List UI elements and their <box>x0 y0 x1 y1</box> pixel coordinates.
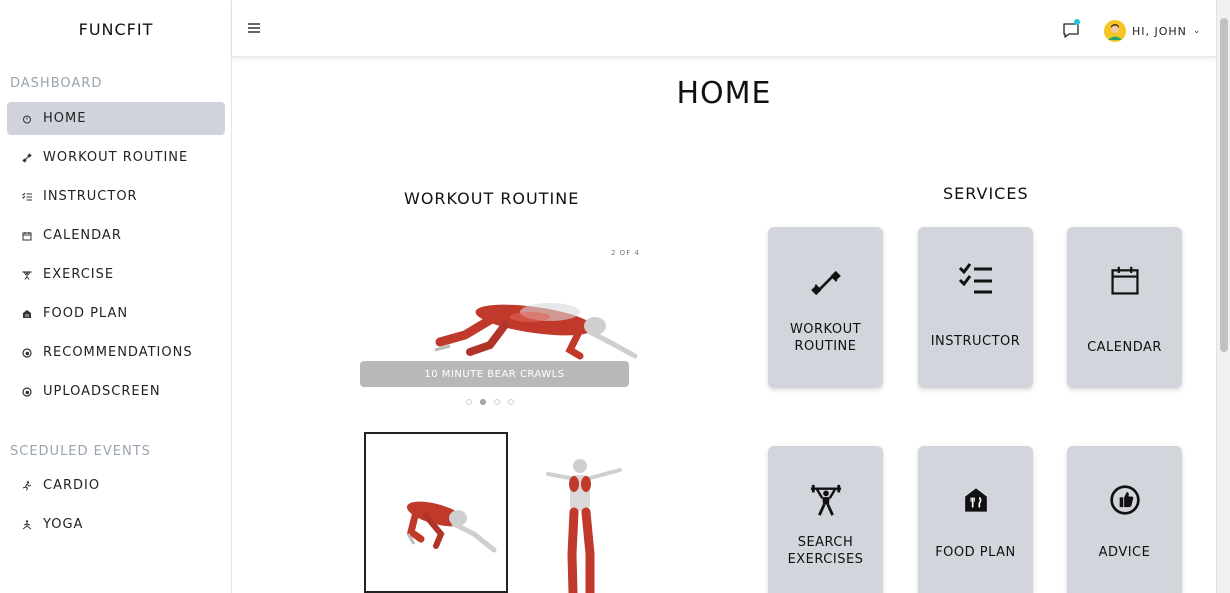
carousel-counter: 2 OF 4 <box>611 249 640 257</box>
sidebar-item-label: FOOD PLAN <box>43 306 129 321</box>
checklist-icon <box>958 261 994 297</box>
top-header: HI, JOHN ⌄ <box>232 0 1216 57</box>
sidebar: FUNCFIT DASHBOARD HOME WORKOUT ROUTINE I… <box>0 0 232 593</box>
checklist-icon <box>7 192 43 202</box>
scrollbar-thumb[interactable] <box>1220 18 1228 352</box>
sidebar-item-calendar[interactable]: CALENDAR <box>7 219 225 252</box>
weightlifter-icon <box>808 482 844 518</box>
service-card-label: ADVICE <box>1098 545 1151 560</box>
sidebar-item-home[interactable]: HOME <box>7 102 225 135</box>
service-card-label: CALENDAR <box>1087 340 1162 355</box>
thumbs-up-icon <box>7 347 43 358</box>
dumbbell-icon <box>7 152 43 163</box>
sidebar-item-label: UPLOADSCREEN <box>43 384 161 399</box>
dashboard-section-title: DASHBOARD <box>10 76 103 91</box>
sidebar-item-recommendations[interactable]: RECOMMENDATIONS <box>7 336 225 369</box>
thumbnail-standing-exercise[interactable] <box>540 454 626 593</box>
chevron-down-icon: ⌄ <box>1192 26 1201 36</box>
service-card-label: WORKOUT ROUTINE <box>789 322 862 354</box>
service-card-label: INSTRUCTOR <box>930 334 1021 349</box>
carousel-dot[interactable] <box>508 399 514 405</box>
service-card-instructor[interactable]: INSTRUCTOR <box>918 227 1033 388</box>
sidebar-item-label: WORKOUT ROUTINE <box>43 150 189 165</box>
runner-icon <box>7 480 43 491</box>
sidebar-item-yoga[interactable]: YOGA <box>7 508 225 541</box>
service-card-workout-routine[interactable]: WORKOUT ROUTINE <box>768 227 883 388</box>
thumbs-up-icon <box>7 386 43 397</box>
service-card-search-exercises[interactable]: SEARCH EXERCISES <box>768 446 883 593</box>
page-scrollbar[interactable] <box>1216 0 1230 593</box>
brand-logo[interactable]: FUNCFIT <box>0 0 232 58</box>
sidebar-item-label: YOGA <box>43 517 84 532</box>
service-card-calendar[interactable]: CALENDAR <box>1067 227 1182 388</box>
calendar-icon <box>7 231 43 241</box>
sidebar-item-label: EXERCISE <box>43 267 115 282</box>
sidebar-item-exercise[interactable]: EXERCISE <box>7 258 225 291</box>
service-card-advice[interactable]: ADVICE <box>1067 446 1182 593</box>
service-card-label: SEARCH EXERCISES <box>787 535 864 567</box>
services-heading: SERVICES <box>943 184 1029 203</box>
scheduled-events-title: SCEDULED EVENTS <box>10 444 151 459</box>
carousel-dot[interactable] <box>494 399 500 405</box>
sidebar-item-workout-routine[interactable]: WORKOUT ROUTINE <box>7 141 225 174</box>
carousel-indicators <box>466 399 514 405</box>
thumbs-up-icon <box>1107 482 1143 518</box>
sidebar-item-label: RECOMMENDATIONS <box>43 345 193 360</box>
carousel-caption: 10 MINUTE BEAR CRAWLS <box>360 361 629 387</box>
message-icon[interactable] <box>1062 19 1080 39</box>
exercise-image-bear-crawl[interactable] <box>430 290 640 362</box>
home-icon <box>7 114 43 124</box>
page-title: HOME <box>676 76 772 111</box>
weightlifter-icon <box>7 270 43 280</box>
sidebar-item-uploadscreen[interactable]: UPLOADSCREEN <box>7 375 225 408</box>
thumbnail-bear-crawl[interactable] <box>364 432 508 593</box>
workout-routine-heading: WORKOUT ROUTINE <box>404 189 580 208</box>
service-card-food-plan[interactable]: FOOD PLAN <box>918 446 1033 593</box>
avatar <box>1104 20 1126 42</box>
dumbbell-icon <box>808 265 844 301</box>
food-icon <box>7 309 43 319</box>
user-menu[interactable]: HI, JOHN ⌄ <box>1104 18 1200 44</box>
yoga-icon <box>7 519 43 530</box>
menu-toggle-icon[interactable] <box>246 20 262 36</box>
user-greeting: HI, JOHN <box>1132 24 1187 38</box>
calendar-icon <box>1107 263 1143 299</box>
notification-dot <box>1074 19 1080 25</box>
carousel-dot-active[interactable] <box>480 399 486 405</box>
service-card-label: FOOD PLAN <box>935 545 1016 560</box>
sidebar-item-label: HOME <box>43 111 87 126</box>
carousel-dot[interactable] <box>466 399 472 405</box>
sidebar-item-instructor[interactable]: INSTRUCTOR <box>7 180 225 213</box>
food-icon <box>958 482 994 518</box>
sidebar-item-label: CARDIO <box>43 478 101 493</box>
sidebar-item-cardio[interactable]: CARDIO <box>7 469 225 502</box>
sidebar-item-food-plan[interactable]: FOOD PLAN <box>7 297 225 330</box>
sidebar-item-label: CALENDAR <box>43 228 122 243</box>
sidebar-item-label: INSTRUCTOR <box>43 189 138 204</box>
